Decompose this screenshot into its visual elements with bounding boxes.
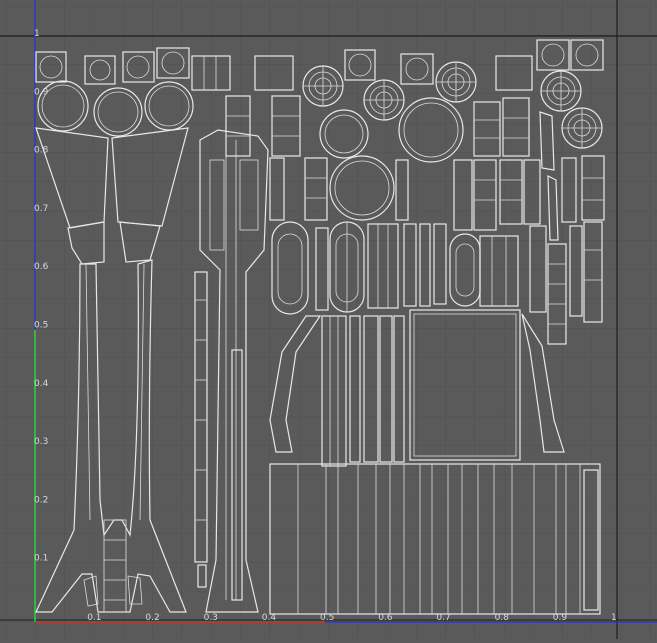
v-tick-label: 0.4 [34,379,49,389]
v-tick-label: 0.5 [34,321,48,331]
u-tick-label: 0.3 [204,613,218,623]
v-tick-label: 1 [34,29,40,39]
v-tick-label: 0.2 [34,495,48,505]
u-tick-label: 1 [611,613,617,623]
v-tick-label: 0.9 [34,87,49,97]
v-tick-label: 0.1 [34,554,48,564]
uv-editor-viewport[interactable]: 1 0.9 0.8 0.7 0.6 0.5 0.4 0.3 0.2 0.1 0.1 0.2 0.3 0.… [0,0,657,639]
u-tick-label: 0.1 [87,613,101,623]
v-tick-label: 0.7 [34,204,48,214]
uv-canvas[interactable]: 10.90.80.70.60.50.40.30.20.1 0.1 0.2 0.3 0.… [0,0,657,639]
uv-grid [0,0,657,639]
v-tick-label: 0.3 [34,437,48,447]
v-tick-label: 0.6 [34,262,49,272]
v-tick-label: 0.8 [34,146,49,156]
u-tick-label: 0.2 [145,613,159,623]
